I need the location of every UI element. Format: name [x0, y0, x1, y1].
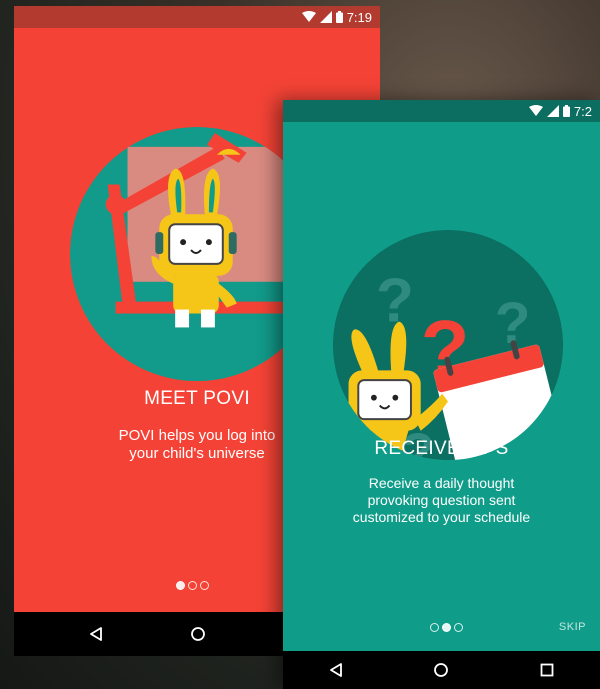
- status-time: 7:2: [573, 103, 592, 119]
- screen-title: RECEIVE TIPS: [374, 438, 509, 459]
- page-dot[interactable]: [430, 623, 439, 632]
- svg-text:?: ?: [376, 267, 414, 336]
- page-dot-active[interactable]: [176, 581, 185, 590]
- system-nav-bar: [283, 651, 600, 689]
- home-button[interactable]: [421, 655, 461, 685]
- back-icon: [90, 627, 102, 641]
- page-dot[interactable]: [454, 623, 463, 632]
- page-indicator: [176, 581, 209, 590]
- battery-icon: [335, 11, 343, 23]
- status-time: 7:19: [346, 9, 372, 25]
- status-bar: 7:19: [14, 6, 380, 28]
- recents-icon: [540, 663, 554, 677]
- description-line: provoking question sent: [367, 492, 516, 508]
- onboarding-screen-receive-tips: 7:2 ? ? ? ? RECEIVE TIPS Receive a daily…: [283, 100, 600, 689]
- wifi-icon: [301, 11, 316, 22]
- status-bar: 7:2: [283, 100, 600, 122]
- page-indicator: [430, 623, 463, 632]
- wifi-icon: [528, 105, 543, 116]
- battery-icon: [562, 105, 570, 117]
- povi-tips-illustration: ? ? ? ?: [332, 229, 564, 461]
- home-icon: [434, 663, 449, 677]
- back-icon: [329, 663, 342, 677]
- page-dot[interactable]: [188, 581, 197, 590]
- recents-button[interactable]: [527, 655, 567, 685]
- back-button[interactable]: [76, 619, 116, 649]
- home-button[interactable]: [178, 619, 218, 649]
- page-dot-active[interactable]: [442, 623, 451, 632]
- description-line: customized to your schedule: [352, 509, 531, 525]
- home-icon: [191, 627, 205, 641]
- back-button[interactable]: [316, 655, 356, 685]
- cellular-signal-icon: [319, 11, 332, 23]
- page-dot[interactable]: [200, 581, 209, 590]
- skip-button[interactable]: SKIP: [559, 621, 586, 633]
- screen-description: Receive a daily thought provoking questi…: [283, 475, 600, 526]
- description-line: Receive a daily thought: [368, 475, 515, 491]
- cellular-signal-icon: [546, 105, 559, 117]
